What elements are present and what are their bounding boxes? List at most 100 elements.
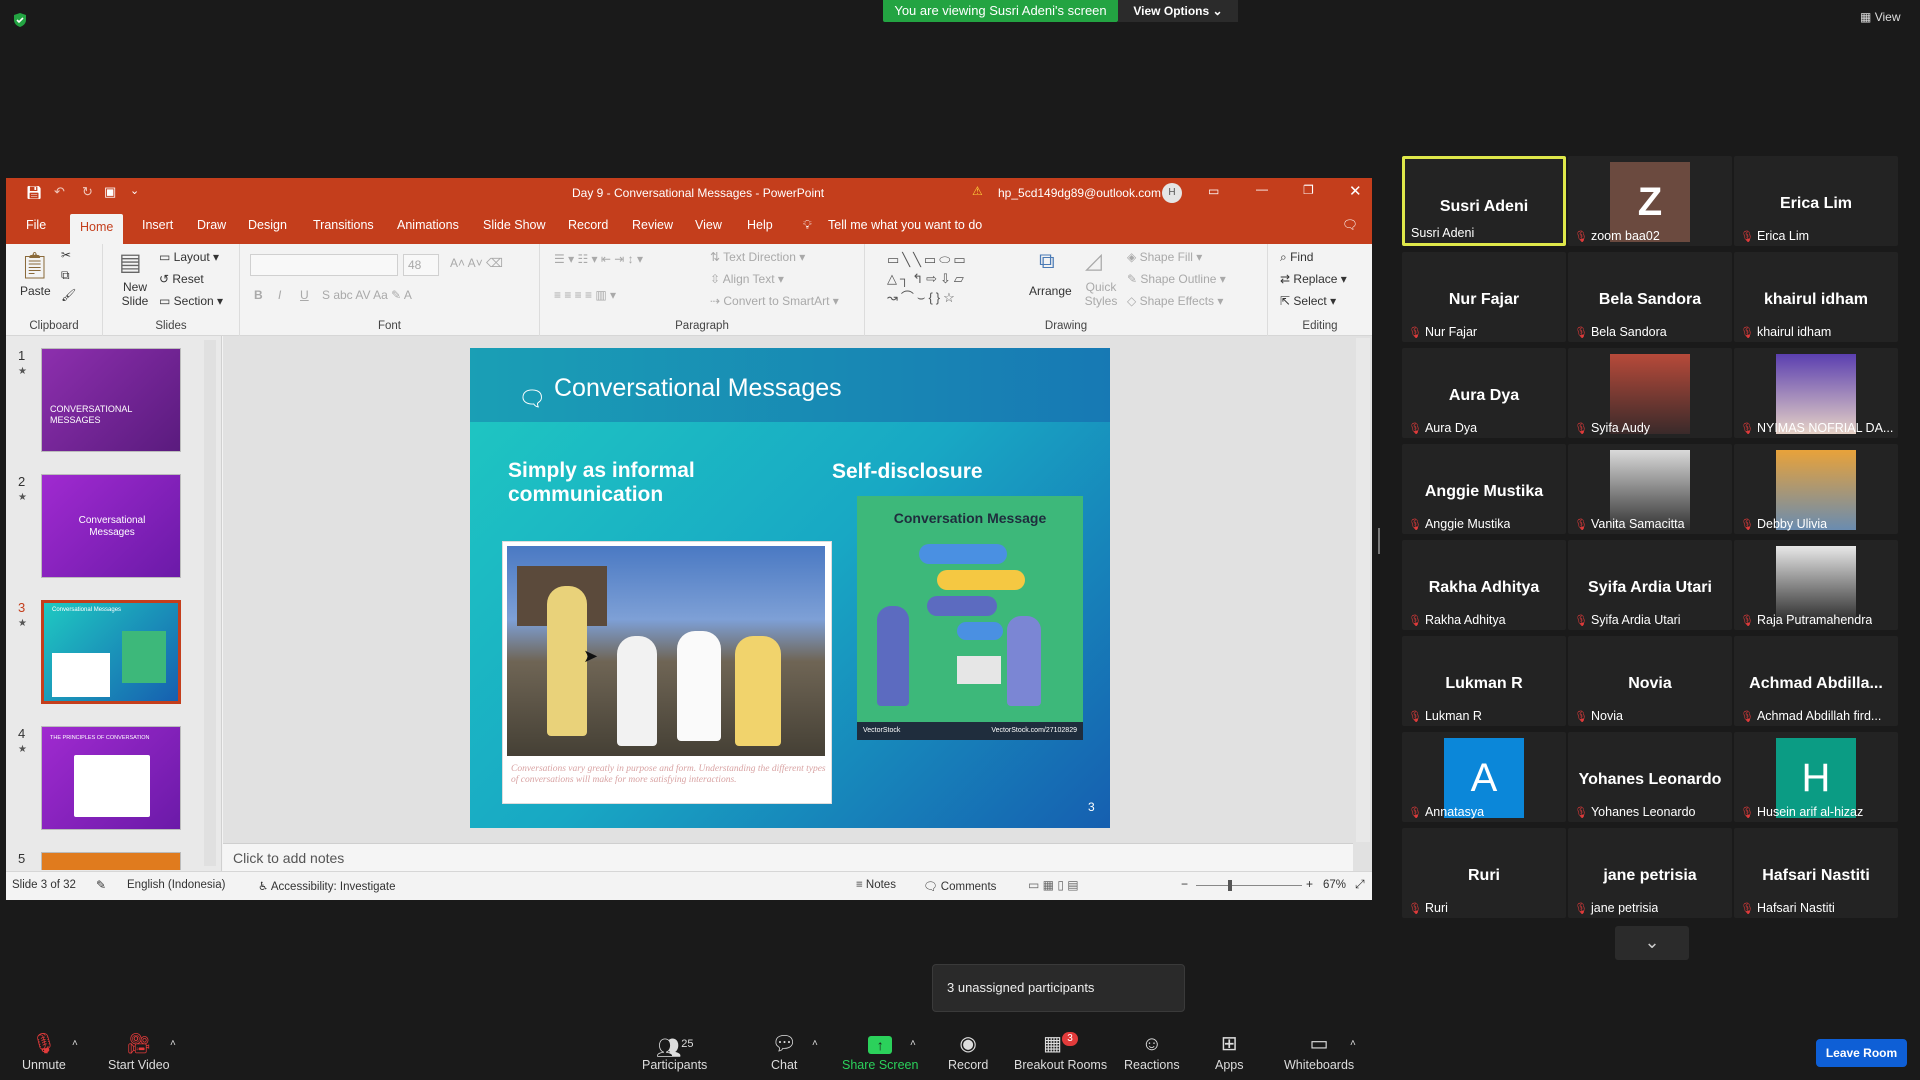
participant-tile[interactable]: 🎙︎ Syifa Audy bbox=[1568, 348, 1732, 438]
participant-tile[interactable]: 🎙︎ NYIMAS NOFRIAL DA... bbox=[1734, 348, 1898, 438]
tab-home[interactable]: Home bbox=[70, 214, 124, 244]
caret-up-icon[interactable]: ˄ bbox=[72, 1038, 78, 1049]
participant-tile[interactable]: Aura Dya 🎙︎ Aura Dya bbox=[1402, 348, 1566, 438]
participant-tile[interactable]: jane petrisia 🎙︎ jane petrisia bbox=[1568, 828, 1732, 918]
participant-tile[interactable]: Achmad Abdilla... 🎙︎ Achmad Abdillah fird… bbox=[1734, 636, 1898, 726]
close-icon[interactable]: ✕ bbox=[1349, 182, 1362, 200]
minimize-icon[interactable]: — bbox=[1256, 182, 1268, 196]
splitter-handle[interactable] bbox=[1378, 528, 1380, 554]
caret-up-icon[interactable]: ˄ bbox=[812, 1038, 818, 1049]
tab-file[interactable]: File bbox=[26, 218, 46, 232]
align-icons[interactable]: ≡ ≡ ≡ ≡ ▥ ▾ bbox=[554, 288, 616, 302]
participant-tile[interactable]: Erica Lim 🎙︎ Erica Lim bbox=[1734, 156, 1898, 246]
arrange-button[interactable]: Arrange bbox=[1029, 284, 1072, 298]
underline-icon[interactable]: U bbox=[300, 288, 309, 302]
participant-tile[interactable]: Susri Adeni Susri Adeni bbox=[1402, 156, 1566, 246]
leave-room-button[interactable]: Leave Room bbox=[1816, 1039, 1907, 1067]
account-email[interactable]: hp_5cd149dg89@outlook.com bbox=[998, 186, 1161, 200]
quick-styles-button[interactable]: Quick Styles bbox=[1081, 280, 1121, 308]
format-painter-icon[interactable]: 🖌︎ bbox=[61, 288, 76, 302]
italic-icon[interactable]: I bbox=[278, 288, 281, 302]
new-slide-button[interactable]: New Slide bbox=[117, 280, 153, 308]
tab-animations[interactable]: Animations bbox=[397, 218, 459, 232]
grow-font-icon[interactable]: A˄ A˅ ⌫ bbox=[450, 256, 503, 270]
redo-icon[interactable]: ↻ bbox=[82, 184, 93, 200]
tab-record[interactable]: Record bbox=[568, 218, 608, 232]
participant-tile[interactable]: Bela Sandora 🎙︎ Bela Sandora bbox=[1568, 252, 1732, 342]
layout-button[interactable]: ▭ Layout ▾ bbox=[159, 250, 219, 264]
participant-tile[interactable]: Yohanes Leonardo 🎙︎ Yohanes Leonardo bbox=[1568, 732, 1732, 822]
quick-styles-icon[interactable]: ◿ bbox=[1085, 248, 1102, 274]
slide-thumbnail-5[interactable] bbox=[41, 852, 181, 870]
tab-design[interactable]: Design bbox=[248, 218, 287, 232]
tab-help[interactable]: Help bbox=[747, 218, 773, 232]
paste-button[interactable]: Paste bbox=[20, 284, 51, 298]
select-button[interactable]: ⇱ Select ▾ bbox=[1280, 294, 1336, 308]
reset-button[interactable]: ↺ Reset bbox=[159, 272, 204, 286]
comments-icon[interactable]: 🗨︎ bbox=[1342, 218, 1358, 233]
slide-thumbnail-1[interactable]: CONVERSATIONAL MESSAGES bbox=[41, 348, 181, 452]
tab-review[interactable]: Review bbox=[632, 218, 673, 232]
share-screen-button[interactable]: ↑ Share Screen bbox=[842, 1032, 918, 1072]
spellcheck-icon[interactable]: ✎ bbox=[96, 878, 106, 892]
tab-view[interactable]: View bbox=[695, 218, 722, 232]
zoom-slider-handle[interactable] bbox=[1228, 880, 1232, 891]
security-shield-icon[interactable] bbox=[12, 12, 28, 28]
list-icons[interactable]: ☰ ▾ ☷ ▾ ⇤ ⇥ ↕ ▾ bbox=[554, 252, 643, 266]
shape-outline-button[interactable]: ✎ Shape Outline ▾ bbox=[1127, 272, 1226, 286]
copy-icon[interactable]: ⧉ bbox=[61, 268, 70, 283]
tab-slide-show[interactable]: Slide Show bbox=[483, 218, 546, 232]
caret-up-icon[interactable]: ˄ bbox=[1350, 1038, 1356, 1049]
slide-thumbnail-3[interactable]: Conversational Messages bbox=[41, 600, 181, 704]
slide-thumbnail-4[interactable]: THE PRINCIPLES OF CONVERSATION bbox=[41, 726, 181, 830]
comments-button[interactable]: 🗨︎ Comments bbox=[923, 879, 996, 893]
convert-smartart-button[interactable]: ⇢ Convert to SmartArt ▾ bbox=[710, 294, 839, 308]
zoom-slider[interactable] bbox=[1196, 885, 1302, 886]
participant-tile[interactable]: H 🎙︎ Husein arif al-hizaz bbox=[1734, 732, 1898, 822]
font-name-input[interactable] bbox=[250, 254, 398, 276]
notes-button[interactable]: ≡ Notes bbox=[856, 879, 896, 891]
cut-icon[interactable]: ✂ bbox=[61, 248, 71, 262]
bold-icon[interactable]: B bbox=[254, 288, 263, 302]
accessibility-status[interactable]: ♿︎ Accessibility: Investigate bbox=[258, 879, 396, 893]
arrange-icon[interactable]: ⧉ bbox=[1039, 248, 1055, 274]
account-avatar[interactable]: H bbox=[1162, 183, 1182, 203]
whiteboards-button[interactable]: ▭ Whiteboards bbox=[1284, 1032, 1354, 1072]
record-button[interactable]: ◉ Record bbox=[948, 1032, 988, 1072]
chevron-down-icon[interactable]: ⌄ bbox=[1615, 926, 1689, 960]
align-text-button[interactable]: ⇳ Align Text ▾ bbox=[710, 272, 784, 286]
font-size-input[interactable]: 48 bbox=[403, 254, 439, 276]
section-button[interactable]: ▭ Section ▾ bbox=[159, 294, 223, 308]
participant-tile[interactable]: Rakha Adhitya 🎙︎ Rakha Adhitya bbox=[1402, 540, 1566, 630]
tab-draw[interactable]: Draw bbox=[197, 218, 226, 232]
new-slide-icon[interactable]: ▤ bbox=[119, 248, 142, 277]
view-button[interactable]: ▦ View bbox=[1860, 10, 1900, 24]
text-direction-button[interactable]: ⇅ Text Direction ▾ bbox=[710, 250, 805, 264]
save-icon[interactable]: 💾︎ bbox=[26, 185, 43, 201]
participant-tile[interactable]: 🎙︎ Vanita Samacitta bbox=[1568, 444, 1732, 534]
find-button[interactable]: ⌕ Find bbox=[1280, 250, 1313, 265]
shapes-gallery[interactable]: ▭╲╲▭⬭▭ △┐↰⇨⇩▱ ↝⌒⌣{}☆ bbox=[887, 250, 1019, 308]
ribbon-display-icon[interactable]: ▭ bbox=[1208, 184, 1219, 198]
participant-tile[interactable]: 🎙︎ Debby Ulivia bbox=[1734, 444, 1898, 534]
participant-tile[interactable]: Novia 🎙︎ Novia bbox=[1568, 636, 1732, 726]
language-label[interactable]: English (Indonesia) bbox=[127, 879, 225, 891]
font-effects-icons[interactable]: S abc AV Aa ✎ A bbox=[322, 288, 412, 302]
caret-up-icon[interactable]: ˄ bbox=[910, 1038, 916, 1049]
view-options-button[interactable]: View Options ⌄ bbox=[1118, 0, 1238, 22]
notes-pane[interactable]: Click to add notes bbox=[223, 843, 1353, 871]
participant-tile[interactable]: Ruri 🎙︎ Ruri bbox=[1402, 828, 1566, 918]
breakout-rooms-button[interactable]: ▦ 3 Breakout Rooms bbox=[1014, 1032, 1107, 1072]
participant-tile[interactable]: Syifa Ardia Utari 🎙︎ Syifa Ardia Utari bbox=[1568, 540, 1732, 630]
slide-thumbnail-2[interactable]: Conversational Messages bbox=[41, 474, 181, 578]
reactions-button[interactable]: ☺ Reactions bbox=[1124, 1032, 1180, 1072]
undo-icon[interactable]: ↶ bbox=[54, 184, 65, 200]
zoom-level[interactable]: 67% bbox=[1323, 879, 1346, 891]
thumbnail-scrollbar[interactable] bbox=[204, 340, 216, 866]
current-slide[interactable]: 🗨︎ Conversational Messages Simply as inf… bbox=[470, 348, 1110, 828]
replace-button[interactable]: ⇄ Replace ▾ bbox=[1280, 272, 1347, 286]
restore-icon[interactable]: ❐ bbox=[1303, 183, 1314, 197]
participant-tile[interactable]: Anggie Mustika 🎙︎ Anggie Mustika bbox=[1402, 444, 1566, 534]
participant-tile[interactable]: Z 🎙︎ zoom baa02 bbox=[1568, 156, 1732, 246]
present-icon[interactable]: ▣ bbox=[104, 184, 116, 200]
